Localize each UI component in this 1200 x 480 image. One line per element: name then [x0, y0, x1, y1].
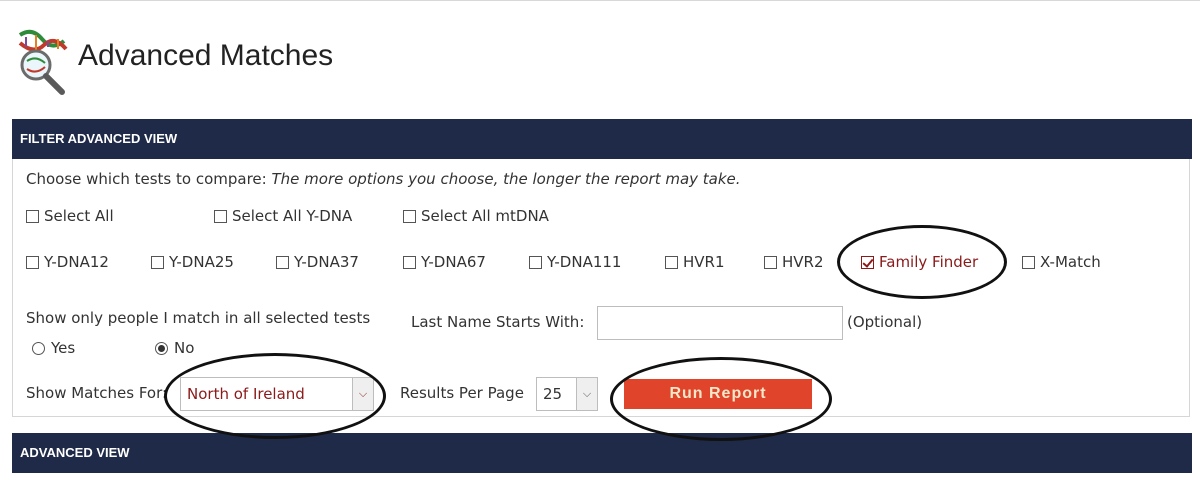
- instruction-hint: The more options you choose, the longer …: [271, 170, 741, 188]
- ydna12-checkbox[interactable]: Y-DNA12: [26, 253, 109, 271]
- hvr2-checkbox[interactable]: HVR2: [764, 253, 824, 271]
- filter-advanced-view-bar: FILTER ADVANCED VIEW: [12, 119, 1192, 159]
- checkbox-box[interactable]: [1022, 255, 1035, 269]
- dna-magnifier-icon: [18, 29, 68, 95]
- results-per-page-label: Results Per Page: [400, 384, 524, 402]
- show-matches-select[interactable]: North of Ireland ⌵: [180, 377, 374, 411]
- last-name-label: Last Name Starts With:: [411, 313, 585, 331]
- checkbox-label: HVR2: [782, 253, 824, 271]
- chevron-down-icon[interactable]: ⌵: [576, 378, 597, 410]
- checkbox-box[interactable]: [403, 255, 416, 269]
- optional-label: (Optional): [847, 313, 923, 331]
- match-all-yes-radio[interactable]: Yes: [32, 339, 75, 357]
- x-match-checkbox[interactable]: X-Match: [1022, 253, 1101, 271]
- checkbox-box[interactable]: [529, 255, 542, 269]
- match-all-no-radio[interactable]: No: [155, 339, 194, 357]
- ydna37-checkbox[interactable]: Y-DNA37: [276, 253, 359, 271]
- radio-label: Yes: [51, 339, 76, 357]
- hvr1-checkbox[interactable]: HVR1: [665, 253, 725, 271]
- select-all-checkbox[interactable]: Select All: [26, 207, 114, 225]
- checkbox-label: X-Match: [1040, 253, 1101, 271]
- checkbox-box[interactable]: [665, 255, 678, 269]
- checkbox-label: Select All: [44, 207, 114, 225]
- results-per-page-value: 25: [543, 385, 563, 403]
- checkbox-box[interactable]: [214, 209, 227, 223]
- ydna25-checkbox[interactable]: Y-DNA25: [151, 253, 234, 271]
- advanced-view-bar: ADVANCED VIEW: [12, 433, 1192, 473]
- show-matches-value: North of Ireland: [187, 385, 305, 403]
- ydna67-checkbox[interactable]: Y-DNA67: [403, 253, 486, 271]
- instruction-text: Choose which tests to compare:: [26, 170, 267, 188]
- checkbox-label: Select All mtDNA: [421, 207, 549, 225]
- advanced-matches-page: Advanced Matches FILTER ADVANCED VIEW Ch…: [0, 0, 1200, 480]
- checkbox-label: Family Finder: [879, 253, 979, 271]
- page-title: Advanced Matches: [78, 39, 334, 72]
- checkbox-label: Y-DNA25: [169, 253, 234, 271]
- select-all-ydna-checkbox[interactable]: Select All Y-DNA: [214, 207, 352, 225]
- checkbox-box[interactable]: [403, 209, 416, 223]
- last-name-input[interactable]: [597, 306, 843, 340]
- checkbox-box[interactable]: [276, 255, 289, 269]
- radio-circle[interactable]: [32, 341, 45, 355]
- chevron-down-icon[interactable]: ⌵: [352, 378, 373, 410]
- radio-circle-selected[interactable]: [155, 341, 168, 355]
- checkbox-label: Select All Y-DNA: [232, 207, 353, 225]
- show-matches-label: Show Matches For:: [26, 384, 168, 402]
- tests-instruction: Choose which tests to compare: The more …: [26, 170, 741, 188]
- results-per-page-select[interactable]: 25 ⌵: [536, 377, 598, 411]
- match-all-label: Show only people I match in all selected…: [26, 309, 371, 327]
- ydna111-checkbox[interactable]: Y-DNA111: [529, 253, 621, 271]
- checkbox-box[interactable]: [764, 255, 777, 269]
- checkbox-box[interactable]: [151, 255, 164, 269]
- checkbox-box[interactable]: [26, 209, 39, 223]
- checkbox-box[interactable]: [26, 255, 39, 269]
- radio-label: No: [174, 339, 195, 357]
- run-report-button[interactable]: Run Report: [624, 379, 812, 409]
- checkbox-label: Y-DNA67: [421, 253, 486, 271]
- page-header: Advanced Matches: [12, 25, 612, 95]
- select-all-mtdna-checkbox[interactable]: Select All mtDNA: [403, 207, 549, 225]
- checkbox-label: HVR1: [683, 253, 725, 271]
- checkbox-label: Y-DNA12: [44, 253, 109, 271]
- checkbox-box-checked[interactable]: [861, 255, 874, 269]
- checkbox-label: Y-DNA111: [547, 253, 622, 271]
- checkbox-label: Y-DNA37: [294, 253, 359, 271]
- family-finder-checkbox[interactable]: Family Finder: [861, 253, 978, 271]
